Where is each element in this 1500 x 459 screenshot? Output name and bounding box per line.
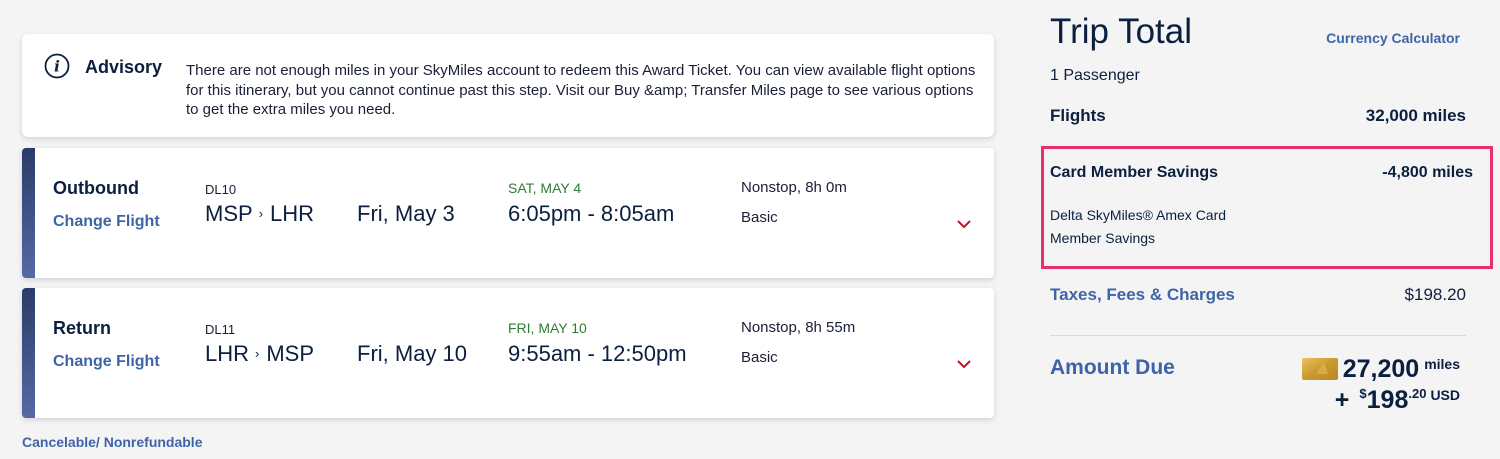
due-usd-cents: .20 (1408, 386, 1427, 401)
change-flight-link[interactable]: Change Flight (53, 353, 160, 371)
flight-number: DL10 (205, 182, 237, 197)
plus-sign: + (1334, 386, 1350, 414)
savings-value: -4,800 miles (1382, 164, 1473, 181)
stops-duration: Nonstop, 8h 0m (741, 179, 847, 196)
change-flight-link[interactable]: Change Flight (53, 213, 160, 231)
fare-rules-link[interactable]: Cancelable/ Nonrefundable (22, 434, 202, 450)
flight-number: DL11 (205, 322, 236, 337)
chevron-down-icon[interactable] (956, 358, 972, 370)
outbound-flight-card: Outbound Change Flight DL10 MSP › LHR Fri,… (22, 148, 994, 278)
card-accent-stripe (22, 288, 35, 418)
itinerary-column: i Advisory There are not enough miles in… (22, 34, 994, 418)
destination-airport: LHR (270, 201, 315, 226)
due-miles-unit: miles (1424, 356, 1460, 372)
chevron-down-icon[interactable] (956, 218, 972, 230)
cabin-class: Basic (741, 349, 778, 366)
due-usd-whole: 198 (1366, 386, 1409, 414)
taxes-fees-value: $198.20 (1404, 285, 1466, 304)
flight-direction: Outbound (53, 178, 139, 198)
flight-route: LHR › MSP (205, 341, 314, 367)
departure-date: Fri, May 10 (357, 341, 468, 366)
advisory-banner: i Advisory There are not enough miles in… (22, 34, 994, 137)
route-arrow-icon: › (258, 206, 264, 221)
svg-text:i: i (54, 58, 60, 76)
flights-cost-value: 32,000 miles (1365, 106, 1466, 125)
arrival-date: SAT, MAY 4 (508, 180, 582, 196)
amount-due-label: Amount Due (1050, 356, 1175, 379)
origin-airport: MSP (205, 201, 253, 226)
passenger-count: 1 Passenger (1050, 67, 1140, 84)
return-flight-card: Return Change Flight DL11 LHR › MSP Fri, M… (22, 288, 994, 418)
card-member-savings-box: Card Member Savings -4,800 miles Delta S… (1041, 146, 1493, 269)
flights-cost-label: Flights (1050, 106, 1106, 125)
cabin-class: Basic (741, 209, 778, 226)
info-icon: i (44, 53, 70, 79)
stops-duration: Nonstop, 8h 55m (741, 319, 856, 336)
flight-times: 6:05pm - 8:05am (508, 201, 675, 226)
flight-direction: Return (53, 318, 111, 338)
currency-symbol: $ (1359, 386, 1367, 401)
trip-total-panel: Trip Total Currency Calculator 1 Passeng… (1040, 0, 1500, 459)
advisory-message: There are not enough miles in your SkyMi… (186, 62, 976, 118)
origin-airport: LHR (205, 341, 250, 366)
flight-times: 9:55am - 12:50pm (508, 341, 687, 366)
divider (1050, 335, 1466, 336)
savings-description: Delta SkyMiles® Amex Card Member Savings (1050, 207, 1227, 246)
advisory-title: Advisory (85, 57, 163, 77)
amount-due-miles: 27,200 miles (1343, 355, 1460, 384)
due-miles-value: 27,200 (1342, 355, 1420, 383)
arrival-date: FRI, MAY 10 (508, 320, 587, 336)
route-arrow-icon: › (255, 346, 260, 361)
savings-label: Card Member Savings (1050, 164, 1219, 181)
taxes-fees-link[interactable]: Taxes, Fees & Charges (1050, 285, 1235, 305)
due-usd-unit: USD (1430, 387, 1460, 403)
flight-route: MSP › LHR (205, 201, 314, 227)
departure-date: Fri, May 3 (357, 201, 455, 226)
destination-airport: MSP (266, 341, 315, 366)
credit-card-icon (1302, 358, 1338, 380)
card-accent-stripe (22, 148, 35, 278)
trip-total-title: Trip Total (1050, 12, 1192, 51)
amount-due-usd: + $198.20 USD (1335, 386, 1460, 415)
currency-calculator-link[interactable]: Currency Calculator (1326, 30, 1460, 46)
